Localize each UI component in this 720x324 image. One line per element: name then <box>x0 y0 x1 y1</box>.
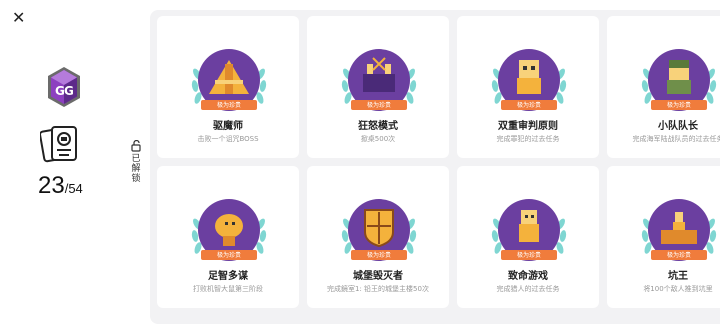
achievement-badge-icon <box>40 126 77 163</box>
achievement-name: 驱魔师 <box>213 121 243 132</box>
achievements-screen: ✕ G G 23/54 已解锁 极为珍贵 驱魔师 击败一个诅咒BOSS 极为珍贵… <box>0 0 720 324</box>
achievement-card[interactable]: 极为珍贵 狂怒模式 掀桌500次 <box>307 16 449 158</box>
achievement-desc: 完成罪犯的过去任务 <box>496 135 560 143</box>
achievement-card[interactable]: 极为珍贵 足智多谋 打败机智大鼠第三阶段 <box>157 166 299 308</box>
total-count: /54 <box>64 181 83 196</box>
achievement-desc: 完成猎人的过去任务 <box>496 285 560 293</box>
achievement-name: 小队队长 <box>658 121 698 132</box>
castle-destroyer-icon: 极为珍贵 <box>341 199 417 261</box>
achievement-name: 坑王 <box>668 271 688 282</box>
rarity-label: 极为珍贵 <box>517 251 541 259</box>
achievement-desc: 掀桌500次 <box>360 135 396 143</box>
rarity-label: 极为珍贵 <box>367 101 391 109</box>
close-icon[interactable]: ✕ <box>12 10 28 26</box>
app-logo: G G <box>48 67 80 107</box>
achievement-desc: 完成鏡室1: 铅王的城堡主楼50次 <box>327 285 429 293</box>
unlocked-label: 已解锁 <box>131 154 141 184</box>
squad-leader-icon: 极为珍贵 <box>641 49 717 111</box>
achievement-desc: 将100个敌人推到坑里 <box>643 285 713 293</box>
achievement-card[interactable]: 极为珍贵 驱魔师 击败一个诅咒BOSS <box>157 16 299 158</box>
deadly-game-icon: 极为珍贵 <box>491 199 567 261</box>
achievement-desc: 完成海军陆战队员的过去任务 <box>632 135 720 143</box>
unlock-icon <box>131 140 141 152</box>
unlocked-count: 23 <box>38 172 65 199</box>
achievement-card[interactable]: 极为珍贵 双重审判原则 完成罪犯的过去任务 <box>457 16 599 158</box>
rarity-label: 极为珍贵 <box>367 251 391 259</box>
rage-mode-icon: 极为珍贵 <box>341 49 417 111</box>
achievement-desc: 打败机智大鼠第三阶段 <box>193 285 263 293</box>
achievement-card[interactable]: 极为珍贵 致命游戏 完成猎人的过去任务 <box>457 166 599 308</box>
achievement-name: 狂怒模式 <box>358 121 398 132</box>
resourceful-icon: 极为珍贵 <box>191 199 267 261</box>
achievement-name: 城堡毁灭者 <box>353 271 403 282</box>
achievement-grid: 极为珍贵 驱魔师 击败一个诅咒BOSS 极为珍贵 狂怒模式 掀桌500次 极为珍… <box>150 10 720 324</box>
achievement-card[interactable]: 极为珍贵 坑王 将100个敌人推到坑里 <box>607 166 720 308</box>
achievement-counter: 23/54 <box>38 172 83 200</box>
rarity-label: 极为珍贵 <box>217 101 241 109</box>
achievement-name: 足智多谋 <box>208 271 248 282</box>
rarity-label: 极为珍贵 <box>517 101 541 109</box>
svg-text:G: G <box>64 84 74 98</box>
achievement-card[interactable]: 极为珍贵 城堡毁灭者 完成鏡室1: 铅王的城堡主楼50次 <box>307 166 449 308</box>
exorcist-icon: 极为珍贵 <box>191 49 267 111</box>
rarity-label: 极为珍贵 <box>667 101 691 109</box>
achievement-card[interactable]: 极为珍贵 小队队长 完成海军陆战队员的过去任务 <box>607 16 720 158</box>
double-trial-icon: 极为珍贵 <box>491 49 567 111</box>
unlocked-filter-tab[interactable]: 已解锁 <box>129 140 143 184</box>
achievement-name: 双重审判原则 <box>498 121 558 132</box>
achievement-name: 致命游戏 <box>508 271 548 282</box>
rarity-label: 极为珍贵 <box>217 251 241 259</box>
rarity-label: 极为珍贵 <box>667 251 691 259</box>
pit-king-icon: 极为珍贵 <box>641 199 717 261</box>
achievement-desc: 击败一个诅咒BOSS <box>197 135 259 143</box>
